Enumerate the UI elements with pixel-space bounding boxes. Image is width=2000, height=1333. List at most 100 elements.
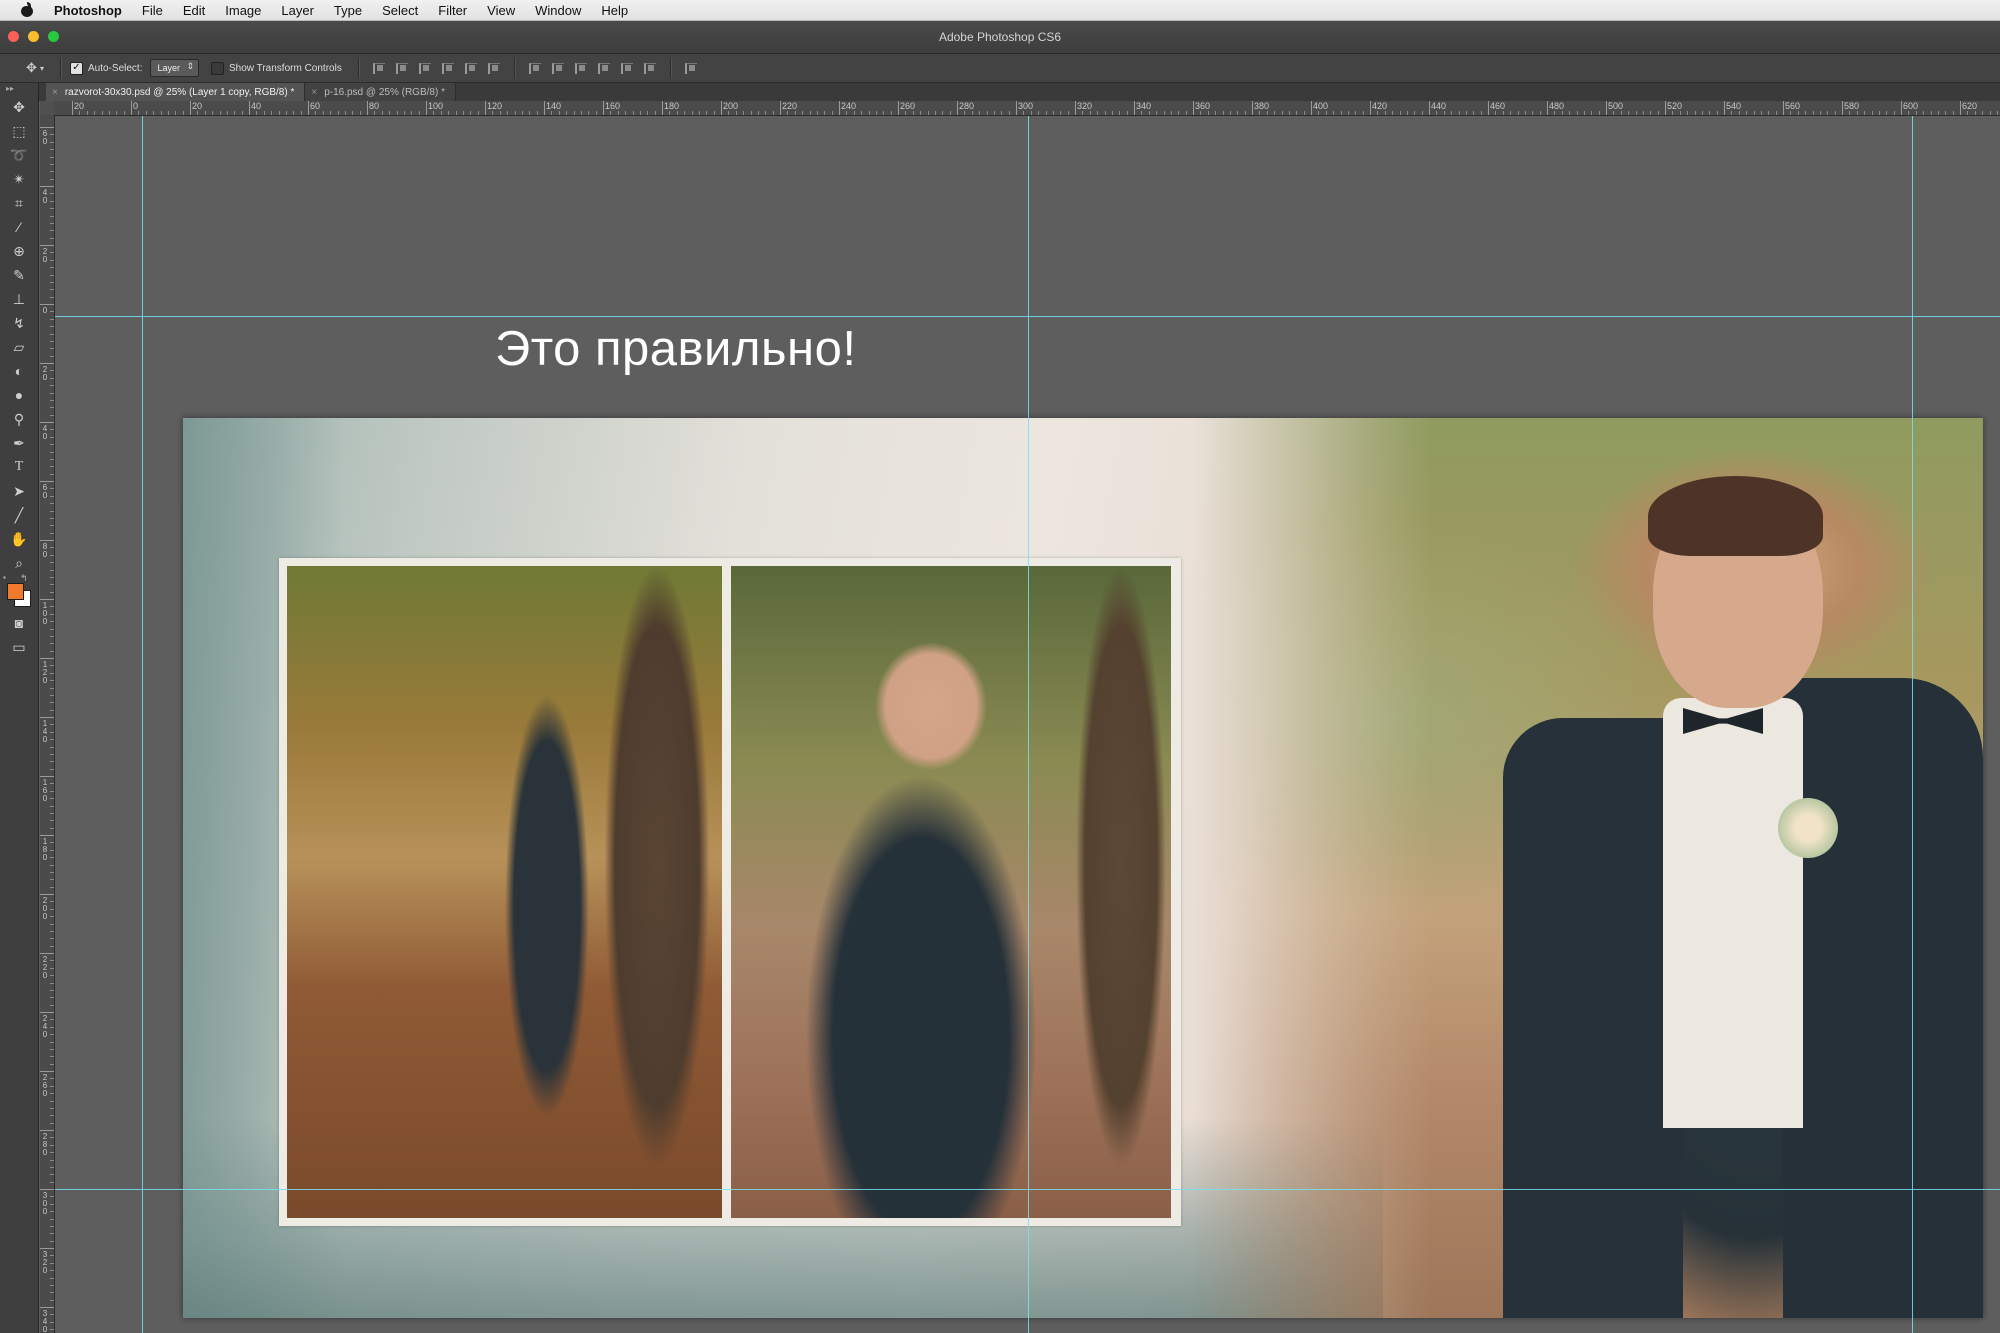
tab-p-16[interactable]: × p-16.psd @ 25% (RGB/8) * bbox=[305, 83, 456, 101]
lasso-tool-icon[interactable]: ➰ bbox=[0, 143, 38, 167]
menu-select[interactable]: Select bbox=[372, 3, 428, 18]
ruler-tick-label: 460 bbox=[1490, 101, 1506, 111]
clone-stamp-tool-icon[interactable]: ⊥ bbox=[0, 287, 38, 311]
ruler-minor-tick bbox=[50, 1152, 54, 1154]
horizontal-guide[interactable] bbox=[55, 1189, 2000, 1190]
foreground-color-swatch[interactable] bbox=[7, 583, 24, 600]
dodge-tool-icon[interactable]: ⚲ bbox=[0, 407, 38, 431]
show-transform-checkbox[interactable] bbox=[211, 61, 224, 75]
ruler-minor-tick bbox=[175, 111, 177, 115]
ruler-minor-tick bbox=[507, 111, 509, 115]
ruler-origin[interactable] bbox=[40, 101, 54, 115]
ruler-minor-tick bbox=[50, 134, 54, 136]
menu-type[interactable]: Type bbox=[324, 3, 372, 18]
menu-file[interactable]: File bbox=[132, 3, 173, 18]
default-colors-icon[interactable]: ▪ bbox=[3, 573, 6, 582]
line-tool-icon[interactable]: ╱ bbox=[0, 503, 38, 527]
ruler-minor-tick bbox=[1672, 111, 1674, 115]
menu-image[interactable]: Image bbox=[215, 3, 271, 18]
ruler-minor-tick bbox=[1775, 111, 1777, 115]
ruler-minor-tick bbox=[1952, 111, 1954, 115]
ruler-minor-tick bbox=[1620, 111, 1622, 115]
screen-mode-icon[interactable]: ▭ bbox=[0, 635, 38, 659]
align-top-icon[interactable] bbox=[368, 59, 388, 77]
type-tool-icon[interactable]: T bbox=[0, 455, 38, 479]
panel-grip-icon[interactable]: ▸▸ bbox=[0, 83, 38, 95]
menu-window[interactable]: Window bbox=[525, 3, 591, 18]
align-right-icon[interactable] bbox=[483, 59, 503, 77]
ruler-minor-tick bbox=[499, 111, 501, 115]
ruler-tick bbox=[40, 363, 54, 364]
gradient-tool-icon[interactable]: ◐ bbox=[0, 359, 38, 383]
ruler-minor-tick bbox=[1436, 111, 1438, 115]
brush-tool-icon[interactable]: ✎ bbox=[0, 263, 38, 287]
photo-spread-canvas[interactable] bbox=[183, 418, 1983, 1318]
history-brush-tool-icon[interactable]: ↯ bbox=[0, 311, 38, 335]
ruler-minor-tick bbox=[1797, 111, 1799, 115]
eyedropper-tool-icon[interactable]: ⁄ bbox=[0, 215, 38, 239]
ruler-minor-tick bbox=[352, 111, 354, 115]
menu-edit[interactable]: Edit bbox=[173, 3, 215, 18]
horizontal-guide[interactable] bbox=[55, 316, 2000, 317]
menu-help[interactable]: Help bbox=[591, 3, 638, 18]
ruler-minor-tick bbox=[50, 613, 54, 615]
horizontal-ruler[interactable]: 20 0 20 40 60 80 100 120 140 160 180 200 220 240 260 28… bbox=[54, 101, 2000, 116]
align-vertical-center-icon[interactable] bbox=[391, 59, 411, 77]
quick-mask-icon[interactable]: ◙ bbox=[0, 611, 38, 635]
eraser-tool-icon[interactable]: ▱ bbox=[0, 335, 38, 359]
marquee-tool-icon[interactable]: ⬚ bbox=[0, 119, 38, 143]
ruler-minor-tick bbox=[787, 111, 789, 115]
document-workspace[interactable]: Это правильно! bbox=[55, 116, 2000, 1333]
tab-razvorot[interactable]: × razvorot-30x30.psd @ 25% (Layer 1 copy… bbox=[46, 83, 306, 101]
ruler-minor-tick bbox=[1657, 111, 1659, 115]
canvas-heading-text[interactable]: Это правильно! bbox=[495, 321, 856, 377]
distribute-top-icon[interactable] bbox=[524, 59, 544, 77]
close-tab-icon[interactable]: × bbox=[311, 87, 317, 98]
chevron-down-icon: ▾ bbox=[39, 63, 44, 73]
auto-select-target-value: Layer bbox=[157, 63, 180, 73]
vertical-ruler[interactable]: 6040200204060801001201401601802002202402… bbox=[40, 115, 55, 1333]
blur-tool-icon[interactable]: ● bbox=[0, 383, 38, 407]
ruler-minor-tick bbox=[86, 111, 88, 115]
ruler-minor-tick bbox=[1355, 111, 1357, 115]
menu-layer[interactable]: Layer bbox=[271, 3, 324, 18]
auto-select-checkbox[interactable]: ✓ bbox=[70, 61, 83, 75]
crop-tool-icon[interactable]: ⌗ bbox=[0, 191, 38, 215]
zoom-tool-icon[interactable]: ⌕ bbox=[0, 551, 38, 575]
ruler-minor-tick bbox=[79, 111, 81, 115]
ruler-minor-tick bbox=[101, 111, 103, 115]
move-tool-icon[interactable]: ✥ bbox=[0, 95, 38, 119]
menu-app-name[interactable]: Photoshop bbox=[50, 3, 132, 18]
auto-align-layers-icon[interactable] bbox=[680, 59, 700, 77]
ruler-minor-tick bbox=[1303, 111, 1305, 115]
close-tab-icon[interactable]: × bbox=[52, 87, 58, 98]
menu-filter[interactable]: Filter bbox=[428, 3, 477, 18]
distribute-vertical-center-icon[interactable] bbox=[547, 59, 567, 77]
distribute-left-icon[interactable] bbox=[593, 59, 613, 77]
ruler-minor-tick bbox=[50, 635, 54, 637]
ruler-minor-tick bbox=[374, 111, 376, 115]
distribute-bottom-icon[interactable] bbox=[570, 59, 590, 77]
distribute-right-icon[interactable] bbox=[639, 59, 659, 77]
apple-logo-icon[interactable] bbox=[18, 2, 36, 17]
spot-healing-tool-icon[interactable]: ⊕ bbox=[0, 239, 38, 263]
menu-view[interactable]: View bbox=[477, 3, 525, 18]
ruler-minor-tick bbox=[1038, 111, 1040, 115]
align-bottom-icon[interactable] bbox=[414, 59, 434, 77]
hand-tool-icon[interactable]: ✋ bbox=[0, 527, 38, 551]
tool-preset-picker[interactable]: ✥ ▾ bbox=[18, 58, 52, 78]
distribute-horizontal-center-icon[interactable] bbox=[616, 59, 636, 77]
ruler-minor-tick bbox=[50, 1034, 54, 1036]
ruler-minor-tick bbox=[1052, 111, 1054, 115]
path-selection-tool-icon[interactable]: ➤ bbox=[0, 479, 38, 503]
magic-wand-tool-icon[interactable]: ✴ bbox=[0, 167, 38, 191]
align-horizontal-center-icon[interactable] bbox=[460, 59, 480, 77]
vertical-guide[interactable] bbox=[1912, 116, 1913, 1333]
pen-tool-icon[interactable]: ✒ bbox=[0, 431, 38, 455]
ruler-tick bbox=[1901, 101, 1902, 115]
ruler-minor-tick bbox=[50, 1166, 54, 1168]
vertical-guide[interactable] bbox=[1028, 116, 1029, 1333]
vertical-guide[interactable] bbox=[142, 116, 143, 1333]
align-left-icon[interactable] bbox=[437, 59, 457, 77]
auto-select-target-dropdown[interactable]: Layer bbox=[150, 59, 199, 77]
